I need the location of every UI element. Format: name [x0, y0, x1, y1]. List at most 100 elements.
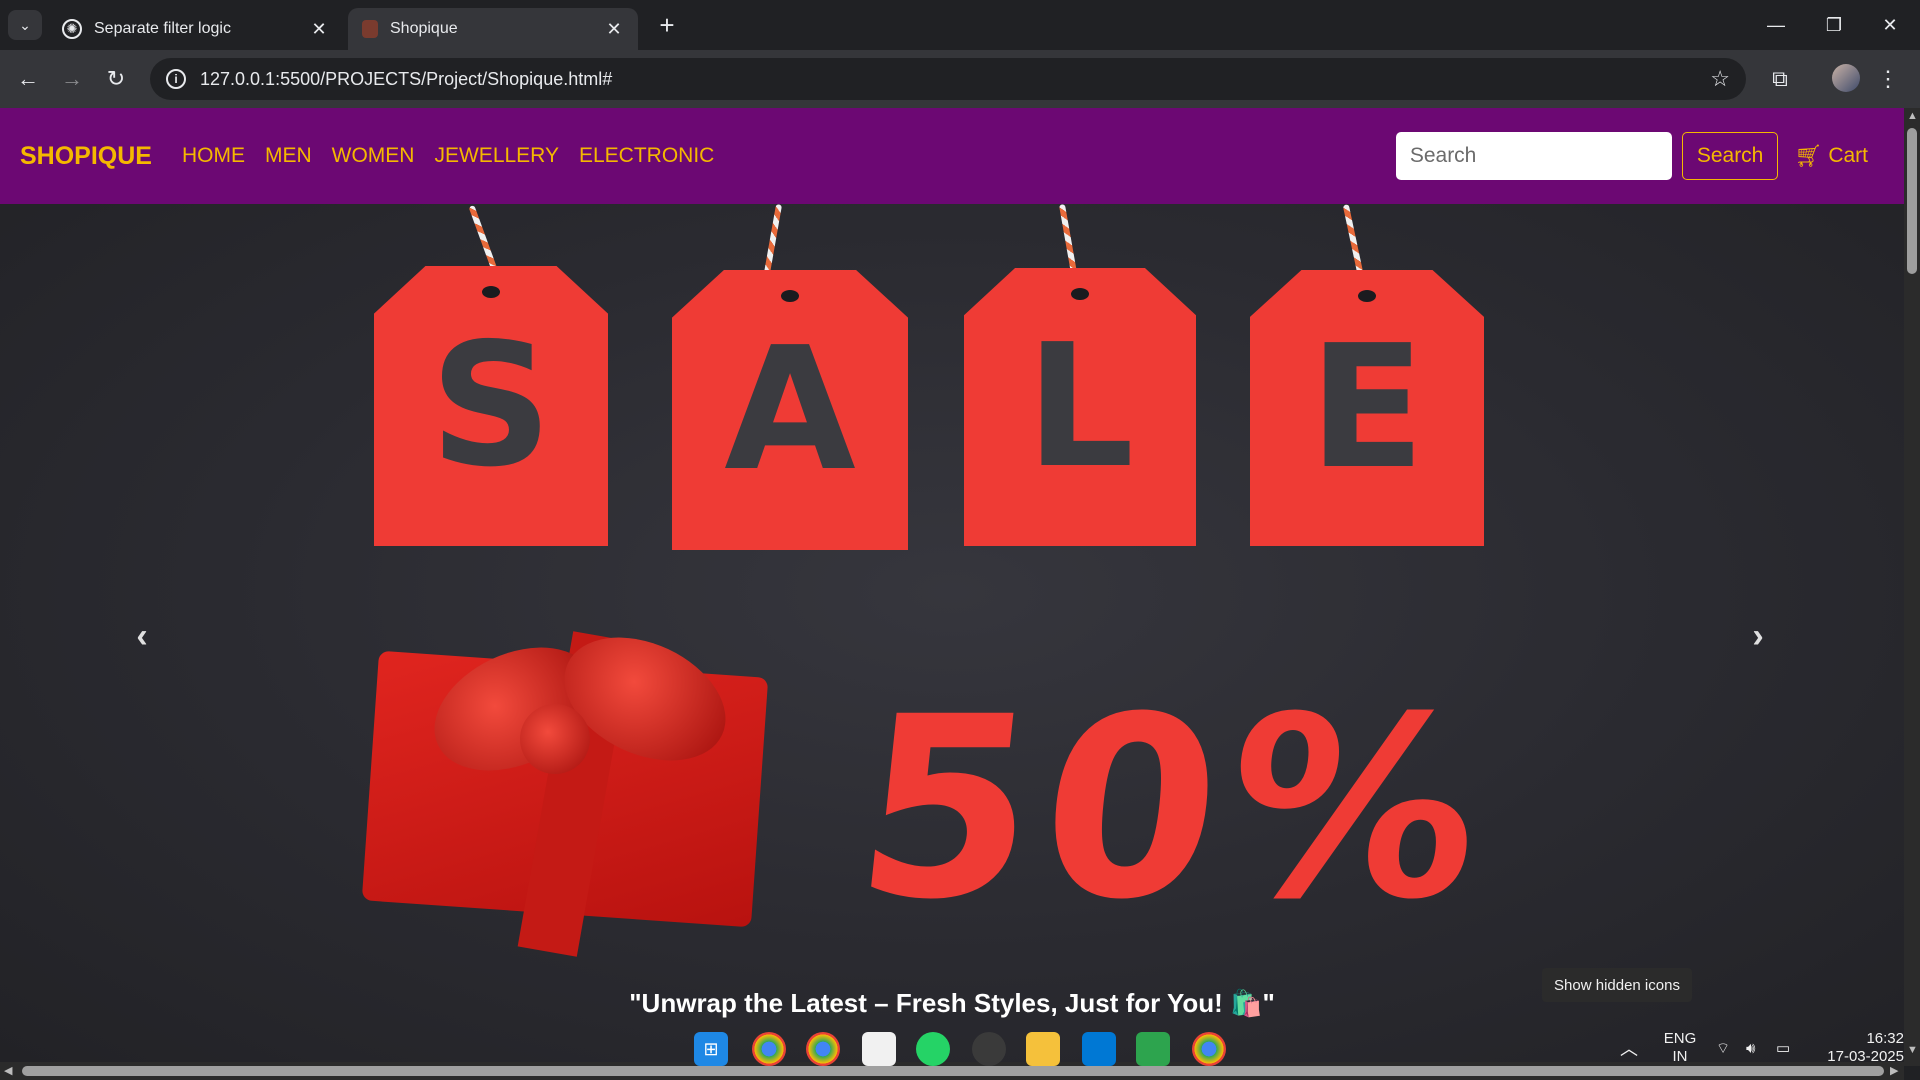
url-text[interactable]: 127.0.0.1:5500/PROJECTS/Project/Shopique… — [200, 69, 1710, 90]
chrome-profile-icon[interactable] — [806, 1032, 840, 1066]
nav-link-home[interactable]: HOME — [182, 144, 245, 168]
back-button[interactable]: ← — [10, 61, 46, 97]
brand-logo[interactable]: SHOPIQUE — [20, 142, 152, 171]
language-indicator[interactable]: ENG IN — [1660, 1030, 1700, 1066]
battery-icon[interactable]: ▭ — [1776, 1040, 1790, 1058]
cart-link[interactable]: 🛒︎ Cart — [1794, 143, 1868, 169]
carousel-prev-button[interactable]: ‹ — [122, 616, 162, 656]
show-hidden-icons-tooltip: Show hidden icons — [1542, 968, 1692, 1002]
scroll-left-icon[interactable]: ◀ — [4, 1064, 12, 1077]
new-tab-button[interactable]: + — [652, 10, 682, 40]
carousel-next-button[interactable]: › — [1738, 616, 1778, 656]
gift-bow-knot — [520, 704, 590, 774]
tab-separate-filter-logic[interactable]: ✺ Separate filter logic ✕ — [48, 8, 343, 50]
tag-string — [1058, 204, 1078, 274]
meet-icon[interactable] — [1136, 1032, 1170, 1066]
sale-tag-l: L — [964, 268, 1196, 546]
nav-link-women[interactable]: WOMEN — [332, 144, 415, 168]
sale-tag-letter: A — [724, 311, 856, 509]
tab-title: Separate filter logic — [94, 20, 231, 37]
browser-window: ⌄ ✺ Separate filter logic ✕ Shopique ✕ +… — [0, 0, 1920, 1080]
file-explorer-icon[interactable] — [1026, 1032, 1060, 1066]
bookmark-star-icon[interactable]: ☆ — [1710, 66, 1730, 92]
chevron-down-icon: ⌄ — [19, 16, 31, 33]
chevron-right-icon: › — [1752, 616, 1764, 655]
forward-button[interactable]: → — [54, 61, 90, 97]
tab-shopique[interactable]: Shopique ✕ — [348, 8, 638, 50]
web-page: SHOPIQUE HOME MEN WOMEN JEWELLERY ELECTR… — [0, 108, 1904, 1066]
sale-tag-e: E — [1250, 270, 1484, 546]
tag-hole — [1358, 290, 1376, 302]
tab-strip: ⌄ ✺ Separate filter logic ✕ Shopique ✕ +… — [0, 0, 1920, 50]
file-icon[interactable] — [862, 1032, 896, 1066]
tag-string — [763, 204, 783, 274]
reload-button[interactable]: ↻ — [98, 61, 134, 97]
menu-button[interactable]: ⋮ — [1870, 61, 1906, 97]
search-button[interactable]: Search — [1681, 132, 1779, 180]
scroll-up-icon[interactable]: ▲ — [1907, 110, 1918, 122]
chrome-icon[interactable] — [752, 1032, 786, 1066]
arrow-right-icon: → — [61, 66, 83, 91]
cart-icon: 🛒︎ — [1794, 143, 1823, 168]
horizontal-scrollbar[interactable]: ◀ ▶ — [0, 1062, 1904, 1080]
chevron-up-icon[interactable]: ︿ — [1620, 1040, 1638, 1058]
tag-hole — [1071, 288, 1089, 300]
minimize-button[interactable]: — — [1748, 0, 1804, 50]
arrow-left-icon: ← — [17, 66, 39, 91]
sale-tag-letter: E — [1308, 309, 1426, 507]
scrollbar-thumb[interactable] — [22, 1066, 1884, 1076]
chevron-left-icon: ‹ — [136, 616, 148, 655]
site-info-icon[interactable]: i — [166, 69, 186, 89]
discount-text: 50% — [844, 663, 1504, 954]
restore-button[interactable]: ❐ — [1806, 0, 1862, 50]
tab-close-icon[interactable]: ✕ — [309, 19, 329, 40]
sale-tag-a: A — [672, 270, 908, 550]
site-navbar: SHOPIQUE HOME MEN WOMEN JEWELLERY ELECTR… — [0, 108, 1904, 204]
wifi-icon[interactable]: ⌔ — [1716, 1040, 1730, 1058]
sale-tag-s: S — [374, 266, 608, 546]
whatsapp-icon[interactable] — [916, 1032, 950, 1066]
address-bar[interactable]: i 127.0.0.1:5500/PROJECTS/Project/Shopiq… — [150, 58, 1746, 100]
nav-link-men[interactable]: MEN — [265, 144, 312, 168]
nav-link-electronic[interactable]: ELECTRONIC — [579, 144, 714, 168]
nav-link-jewellery[interactable]: JEWELLERY — [434, 144, 559, 168]
close-window-button[interactable]: ✕ — [1862, 0, 1918, 50]
tag-string — [468, 205, 498, 271]
sale-tag-letter: L — [1025, 308, 1135, 506]
kebab-menu-icon: ⋮ — [1877, 66, 1899, 91]
reload-icon: ↻ — [106, 66, 126, 91]
close-icon: ✕ — [1882, 14, 1898, 35]
profile-avatar[interactable] — [1832, 64, 1860, 92]
tab-search-button[interactable]: ⌄ — [8, 10, 42, 40]
tag-hole — [781, 290, 799, 302]
tab-title: Shopique — [390, 20, 458, 37]
sale-tag-letter: S — [429, 307, 553, 505]
tag-string — [1342, 204, 1364, 274]
language-region: IN — [1672, 1048, 1688, 1065]
vertical-scrollbar[interactable]: ▲ ▼ — [1904, 108, 1920, 1066]
browser-toolbar: ← → ↻ i 127.0.0.1:5500/PROJECTS/Project/… — [0, 50, 1920, 108]
xbox-icon[interactable] — [972, 1032, 1006, 1066]
scroll-down-icon[interactable]: ▼ — [1907, 1044, 1918, 1056]
openai-icon: ✺ — [62, 19, 82, 39]
puzzle-icon: ⧉ — [1772, 66, 1788, 91]
hero-carousel: S A L E 50% ‹ › "Unwrap the Latest – Fre… — [0, 204, 1904, 1066]
vscode-icon[interactable] — [1082, 1032, 1116, 1066]
tag-hole — [482, 286, 500, 298]
minimize-icon: — — [1767, 14, 1785, 35]
clock-date: 17-03-2025 — [1827, 1048, 1904, 1065]
search-input[interactable] — [1395, 132, 1672, 180]
clock[interactable]: 16:32 17-03-2025 — [1812, 1030, 1904, 1066]
language-code: ENG — [1663, 1030, 1697, 1047]
scrollbar-thumb[interactable] — [1907, 128, 1917, 274]
windows-start-icon[interactable]: ⊞ — [694, 1032, 728, 1066]
extensions-button[interactable]: ⧉ — [1762, 61, 1798, 97]
cart-label: Cart — [1828, 144, 1868, 167]
clock-time: 16:32 — [1866, 1030, 1904, 1047]
site-favicon-icon — [362, 20, 378, 38]
restore-icon: ❐ — [1825, 14, 1843, 35]
volume-icon[interactable]: 🔊︎ — [1746, 1040, 1755, 1058]
nav-actions: Search 🛒︎ Cart — [1395, 132, 1868, 180]
chrome-active-icon[interactable] — [1192, 1032, 1226, 1066]
tab-close-icon[interactable]: ✕ — [604, 19, 624, 40]
